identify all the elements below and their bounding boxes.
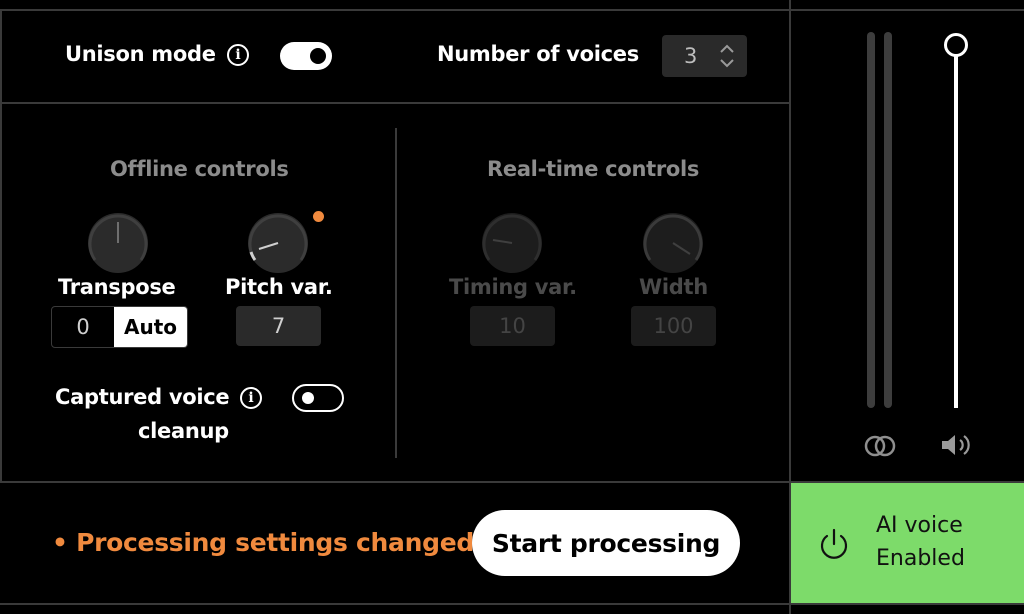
pitch-changed-dot — [313, 211, 324, 222]
captured-voice-cleanup-label-line2: cleanup — [138, 419, 229, 443]
voices-value: 3 — [684, 44, 698, 68]
volume-slider-thumb[interactable] — [944, 33, 968, 57]
info-icon[interactable]: i — [227, 44, 249, 66]
settings-changed-status: • Processing settings changed — [52, 528, 474, 557]
unison-mode-label: Unison mode — [65, 42, 216, 66]
start-processing-button[interactable]: Start processing — [472, 510, 740, 576]
toggle-thumb — [310, 48, 326, 64]
status-bullet: • — [52, 528, 68, 557]
timing-var-knob[interactable] — [477, 208, 547, 278]
left-border — [0, 9, 2, 483]
number-of-voices-label: Number of voices — [437, 42, 639, 66]
transpose-label: Transpose — [58, 275, 176, 299]
status-message: Processing settings changed — [76, 528, 474, 557]
top-border — [0, 9, 1024, 11]
width-value[interactable]: 100 — [631, 306, 716, 346]
level-meter-left — [867, 32, 875, 408]
pitch-var-value[interactable]: 7 — [236, 306, 321, 346]
bottom-border — [0, 603, 1024, 605]
column-divider — [395, 128, 397, 458]
chevron-up-down-icon[interactable] — [717, 41, 737, 71]
header-divider — [0, 102, 790, 104]
toggle-thumb — [302, 392, 314, 404]
captured-voice-cleanup-label: Captured voice — [55, 385, 230, 409]
timing-var-label: Timing var. — [449, 275, 577, 299]
pitch-var-knob[interactable] — [243, 208, 313, 278]
power-icon — [820, 528, 848, 559]
transpose-control[interactable]: 0 Auto — [51, 306, 188, 348]
voices-stepper[interactable]: 3 — [662, 35, 747, 77]
ai-voice-status: Enabled — [876, 546, 965, 571]
ai-voice-label: AI voice — [876, 513, 963, 538]
captured-voice-cleanup-toggle[interactable] — [292, 384, 344, 412]
offline-controls-title: Offline controls — [110, 157, 289, 181]
timing-var-value[interactable]: 10 — [470, 306, 555, 346]
transpose-knob[interactable] — [83, 208, 153, 278]
width-knob[interactable] — [638, 208, 708, 278]
speaker-icon[interactable] — [939, 431, 975, 459]
volume-slider-track[interactable] — [954, 50, 958, 408]
ai-voice-toggle-panel[interactable]: AI voice Enabled — [791, 483, 1024, 603]
transpose-value[interactable]: 0 — [52, 307, 114, 347]
unison-mode-toggle[interactable] — [280, 42, 332, 70]
level-meter-right — [884, 32, 892, 408]
realtime-controls-title: Real-time controls — [487, 157, 700, 181]
info-icon[interactable]: i — [240, 387, 262, 409]
width-label: Width — [639, 275, 708, 299]
transpose-auto-button[interactable]: Auto — [114, 307, 187, 347]
stereo-link-icon[interactable] — [862, 434, 898, 458]
pitch-var-label: Pitch var. — [225, 275, 333, 299]
